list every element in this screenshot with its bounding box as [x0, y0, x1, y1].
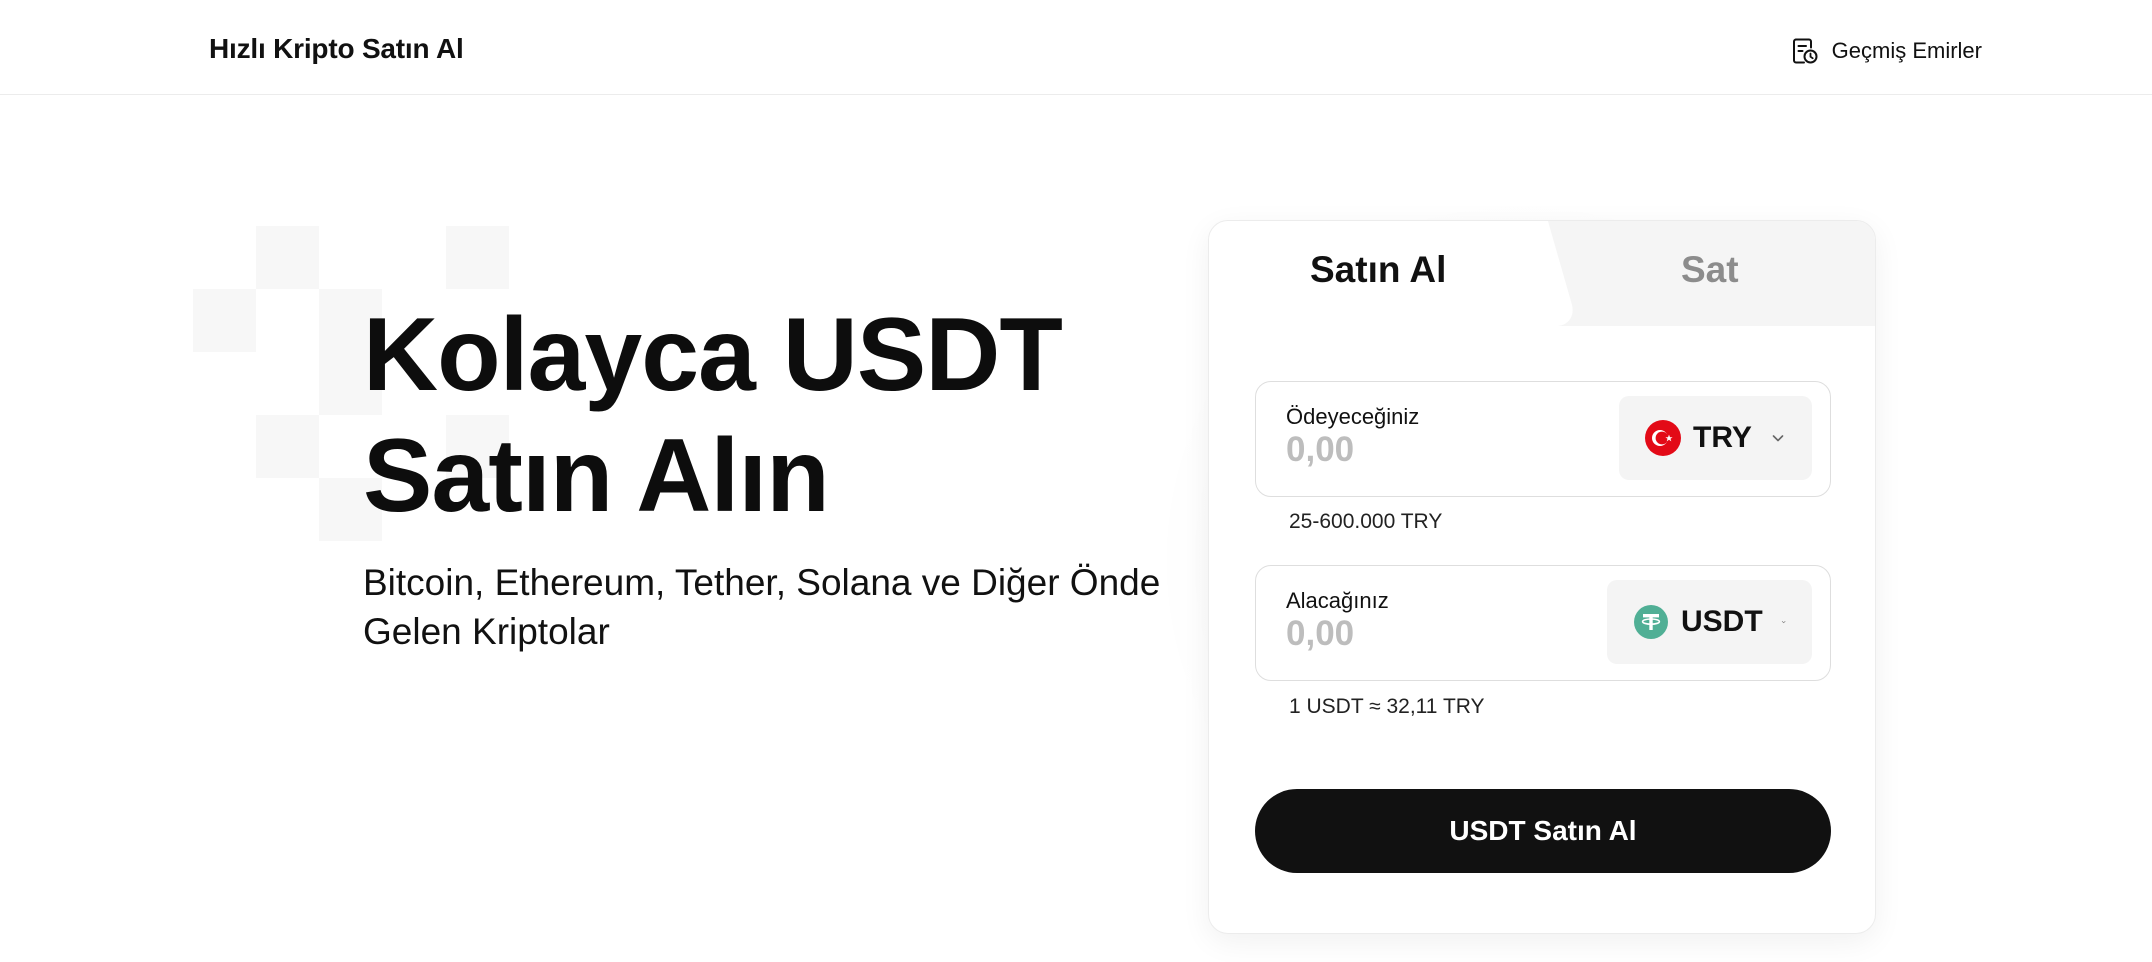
receive-currency-code: USDT [1681, 605, 1763, 638]
pay-amount-field[interactable]: Ödeyeceğiniz 0,00 TRY [1255, 381, 1831, 497]
receive-currency-selector[interactable]: USDT [1607, 580, 1812, 664]
chevron-down-icon [1772, 435, 1784, 442]
top-header: Hızlı Kripto Satın Al Geçmiş Emirler [0, 0, 2152, 95]
tab-sell[interactable]: Sat [1681, 249, 1739, 291]
order-history-label: Geçmiş Emirler [1831, 38, 1982, 63]
pay-limit-text: 25-600.000 TRY [1289, 510, 1443, 533]
pay-amount-label: Ödeyeceğiniz [1286, 404, 1420, 429]
hero-subtitle: Bitcoin, Ethereum, Tether, Solana ve Diğ… [363, 558, 1183, 656]
chevron-down-icon [1781, 621, 1786, 624]
pay-currency-selector[interactable]: TRY [1619, 396, 1812, 480]
pay-currency-code: TRY [1693, 421, 1752, 454]
hero-title: Kolayca USDT Satın Alın [363, 295, 1163, 537]
tab-buy[interactable]: Satın Al [1310, 249, 1446, 291]
pay-amount-input[interactable]: 0,00 [1286, 430, 1354, 470]
turkey-flag-icon [1645, 420, 1681, 456]
receive-amount-field[interactable]: Alacağınız 0,00 USDT [1255, 565, 1831, 681]
receive-amount-label: Alacağınız [1286, 588, 1389, 613]
hero-subtitle-line-2: Gelen Kriptolar [363, 611, 610, 652]
trade-card: Satın Al Sat Ödeyeceğiniz 0,00 TRY 25-60… [1208, 220, 1876, 934]
receive-amount-input[interactable]: 0,00 [1286, 614, 1354, 654]
hero-title-line-1: Kolayca USDT [363, 297, 1063, 413]
order-history-icon [1792, 38, 1818, 64]
buy-usdt-button[interactable]: USDT Satın Al [1255, 789, 1831, 873]
brand-title[interactable]: Hızlı Kripto Satın Al [209, 33, 464, 65]
order-history-link[interactable]: Geçmiş Emirler [1790, 36, 1982, 66]
hero-subtitle-line-1: Bitcoin, Ethereum, Tether, Solana ve Diğ… [363, 562, 1161, 603]
tether-icon [1634, 605, 1668, 639]
trade-tabs: Satın Al Sat [1209, 221, 1875, 326]
hero-title-line-2: Satın Alın [363, 418, 830, 534]
exchange-rate-text: 1 USDT ≈ 32,11 TRY [1289, 695, 1485, 718]
